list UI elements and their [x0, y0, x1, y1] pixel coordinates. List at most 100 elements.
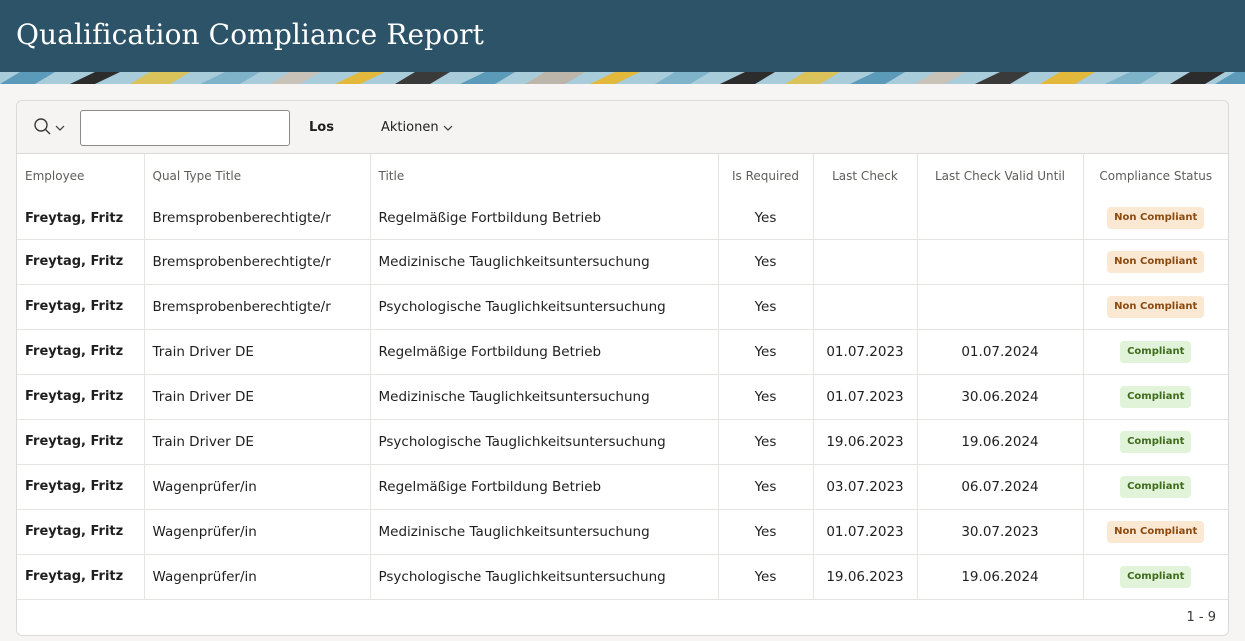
table-row: Freytag, Fritz Bremsprobenberechtigte/r Re… [17, 198, 1228, 240]
table-row: Freytag, Fritz Train Driver DE Psychologis… [17, 419, 1228, 465]
column-header-compliance-status[interactable]: Compliance Status [1083, 154, 1228, 198]
cell-is-required: Yes [718, 329, 814, 375]
table-row: Freytag, Fritz Wagenprüfer/in Medizinische… [17, 509, 1228, 555]
page-header: Qualification Compliance Report [0, 0, 1245, 84]
status-badge: Non Compliant [1107, 207, 1205, 230]
column-header-last-check[interactable]: Last Check [813, 154, 918, 198]
cell-last-check: 19.06.2023 [813, 419, 918, 465]
search-icon [34, 118, 51, 135]
status-badge: Non Compliant [1107, 250, 1205, 273]
cell-qual-type-title: Train Driver DE [144, 329, 371, 375]
column-header-qual-type-title[interactable]: Qual Type Title [144, 154, 371, 198]
cell-title: Psychologische Tauglichkeitsuntersuchung [370, 554, 719, 600]
cell-title: Psychologische Tauglichkeitsuntersuchung [370, 419, 719, 465]
cell-compliance-status: Non Compliant [1083, 198, 1228, 240]
column-header-last-check-valid-until[interactable]: Last Check Valid Until [917, 154, 1084, 198]
cell-last-check-valid-until: 06.07.2024 [917, 464, 1084, 510]
cell-last-check: 19.06.2023 [813, 554, 918, 600]
cell-compliance-status: Compliant [1083, 464, 1228, 510]
cell-is-required: Yes [718, 419, 814, 465]
cell-title: Medizinische Tauglichkeitsuntersuchung [370, 509, 719, 555]
report-table: Employee Qual Type Title Title Is Requir… [17, 154, 1228, 600]
table-row: Freytag, Fritz Wagenprüfer/in Psychologisc… [17, 554, 1228, 600]
cell-is-required: Yes [718, 509, 814, 555]
table-row: Freytag, Fritz Wagenprüfer/in Regelmäßige … [17, 464, 1228, 510]
cell-qual-type-title: Bremsprobenberechtigte/r [144, 239, 371, 285]
status-badge: Non Compliant [1107, 520, 1205, 543]
cell-title: Medizinische Tauglichkeitsuntersuchung [370, 374, 719, 420]
cell-compliance-status: Compliant [1083, 329, 1228, 375]
actions-label: Aktionen [381, 120, 439, 135]
cell-last-check-valid-until [917, 239, 1084, 285]
status-badge: Compliant [1120, 475, 1192, 498]
cell-qual-type-title: Train Driver DE [144, 374, 371, 420]
cell-is-required: Yes [718, 284, 814, 330]
cell-employee: Freytag, Fritz [17, 329, 145, 375]
table-row: Freytag, Fritz Train Driver DE Regelmäßige… [17, 329, 1228, 375]
cell-last-check [813, 239, 918, 285]
cell-last-check: 01.07.2023 [813, 509, 918, 555]
cell-last-check-valid-until [917, 284, 1084, 330]
actions-menu-button[interactable]: Aktionen [369, 114, 465, 142]
header-decorative-pattern [0, 72, 1245, 84]
table-header-row: Employee Qual Type Title Title Is Requir… [17, 154, 1228, 198]
cell-qual-type-title: Bremsprobenberechtigte/r [144, 198, 371, 240]
cell-last-check: 03.07.2023 [813, 464, 918, 510]
column-header-is-required[interactable]: Is Required [718, 154, 814, 198]
search-column-menu[interactable] [33, 115, 69, 139]
page-title: Qualification Compliance Report [16, 18, 484, 51]
go-button[interactable]: Los [297, 114, 346, 142]
column-header-title[interactable]: Title [370, 154, 719, 198]
cell-is-required: Yes [718, 239, 814, 285]
status-badge: Non Compliant [1107, 295, 1205, 318]
cell-last-check [813, 198, 918, 240]
cell-compliance-status: Non Compliant [1083, 239, 1228, 285]
cell-compliance-status: Compliant [1083, 419, 1228, 465]
chevron-down-icon [55, 125, 65, 131]
status-badge: Compliant [1120, 565, 1192, 588]
cell-employee: Freytag, Fritz [17, 374, 145, 420]
cell-qual-type-title: Train Driver DE [144, 419, 371, 465]
cell-employee: Freytag, Fritz [17, 198, 145, 240]
cell-qual-type-title: Bremsprobenberechtigte/r [144, 284, 371, 330]
cell-employee: Freytag, Fritz [17, 464, 145, 510]
cell-last-check: 01.07.2023 [813, 374, 918, 420]
cell-employee: Freytag, Fritz [17, 554, 145, 600]
cell-employee: Freytag, Fritz [17, 509, 145, 555]
cell-qual-type-title: Wagenprüfer/in [144, 509, 371, 555]
table-row: Freytag, Fritz Bremsprobenberechtigte/r Ps… [17, 284, 1228, 330]
table-row: Freytag, Fritz Train Driver DE Medizinisch… [17, 374, 1228, 420]
report-region: Los Aktionen Employee Qual Type Title Ti… [16, 100, 1229, 636]
cell-last-check-valid-until: 19.06.2024 [917, 419, 1084, 465]
search-input[interactable] [80, 110, 290, 146]
cell-qual-type-title: Wagenprüfer/in [144, 554, 371, 600]
cell-title: Regelmäßige Fortbildung Betrieb [370, 329, 719, 375]
cell-last-check-valid-until: 01.07.2024 [917, 329, 1084, 375]
status-badge: Compliant [1120, 340, 1192, 363]
cell-employee: Freytag, Fritz [17, 239, 145, 285]
cell-is-required: Yes [718, 198, 814, 240]
cell-title: Medizinische Tauglichkeitsuntersuchung [370, 239, 719, 285]
cell-compliance-status: Compliant [1083, 374, 1228, 420]
status-badge: Compliant [1120, 385, 1192, 408]
cell-is-required: Yes [718, 554, 814, 600]
report-toolbar: Los Aktionen [17, 101, 1228, 154]
cell-title: Regelmäßige Fortbildung Betrieb [370, 198, 719, 240]
cell-employee: Freytag, Fritz [17, 284, 145, 330]
chevron-down-icon [443, 125, 452, 131]
cell-qual-type-title: Wagenprüfer/in [144, 464, 371, 510]
cell-title: Regelmäßige Fortbildung Betrieb [370, 464, 719, 510]
cell-last-check-valid-until [917, 198, 1084, 240]
column-header-employee[interactable]: Employee [17, 154, 145, 198]
cell-title: Psychologische Tauglichkeitsuntersuchung [370, 284, 719, 330]
cell-compliance-status: Non Compliant [1083, 509, 1228, 555]
cell-last-check-valid-until: 19.06.2024 [917, 554, 1084, 600]
cell-compliance-status: Compliant [1083, 554, 1228, 600]
cell-last-check-valid-until: 30.06.2024 [917, 374, 1084, 420]
cell-employee: Freytag, Fritz [17, 419, 145, 465]
cell-last-check: 01.07.2023 [813, 329, 918, 375]
table-row: Freytag, Fritz Bremsprobenberechtigte/r Me… [17, 239, 1228, 285]
cell-last-check-valid-until: 30.07.2023 [917, 509, 1084, 555]
cell-is-required: Yes [718, 464, 814, 510]
status-badge: Compliant [1120, 430, 1192, 453]
